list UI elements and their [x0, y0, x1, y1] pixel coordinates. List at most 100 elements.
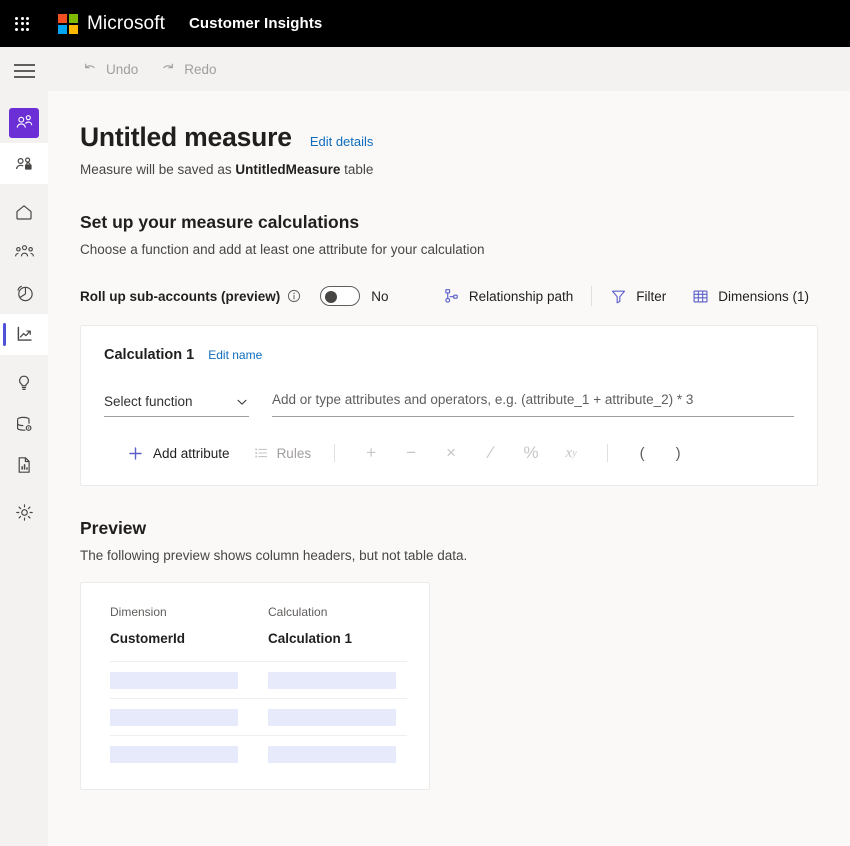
setup-description: Choose a function and add at least one a…: [80, 242, 485, 257]
placeholder-bar: [110, 671, 238, 689]
operator-multiply[interactable]: ×: [431, 439, 471, 467]
table-row: [110, 735, 407, 772]
dimensions-label: Dimensions (1): [718, 288, 809, 304]
operator-divide[interactable]: ∕: [471, 439, 511, 467]
subtitle-prefix: Measure will be saved as: [80, 162, 236, 177]
expression-placeholder: Add or type attributes and operators, e.…: [272, 392, 694, 407]
sidebar-item-home[interactable]: [0, 191, 48, 232]
preview-col-0-header: CustomerId: [110, 631, 186, 646]
operator-divider-left: [334, 444, 336, 462]
home-icon: [16, 204, 32, 220]
table-row: [110, 698, 407, 735]
placeholder-bar: [268, 745, 396, 763]
command-bar: Undo Redo: [48, 47, 850, 91]
edit-details-link[interactable]: Edit details: [310, 134, 374, 149]
undo-label: Undo: [106, 61, 139, 77]
undo-arrow-icon: [85, 63, 95, 69]
main-content: Untitled measure Edit details Measure wi…: [48, 91, 850, 846]
preview-table: Dimension Calculation CustomerId Calcula…: [80, 582, 430, 790]
operator-paren-open[interactable]: (: [624, 439, 660, 467]
operator-toolbar: Add attribute Rules + − × ∕ % x y (): [104, 439, 794, 467]
rules-label: Rules: [276, 445, 312, 461]
database-gear-icon: [17, 416, 32, 431]
waffle-grid-icon: [15, 16, 29, 31]
subtitle-table-name: UntitledMeasure: [235, 162, 341, 177]
rollup-label: Roll up sub-accounts (preview): [80, 288, 281, 304]
sidebar-item-measures[interactable]: [0, 314, 48, 355]
add-attribute-label: Add attribute: [153, 445, 230, 461]
placeholder-bar: [110, 708, 238, 726]
redo-label: Redo: [184, 61, 217, 77]
redo-arrow-icon: [163, 63, 174, 69]
sidebar-item-data-settings[interactable]: [0, 403, 48, 444]
filter-funnel-icon: [612, 290, 626, 303]
preview-headers-row: CustomerId Calculation 1: [110, 631, 407, 646]
operator-minus[interactable]: −: [391, 439, 431, 467]
report-document-icon: [18, 456, 30, 473]
expression-input[interactable]: Add or type attributes and operators, e.…: [272, 391, 794, 417]
sidebar-item-insights[interactable]: [0, 362, 48, 403]
preview-sublabels-row: Dimension Calculation: [110, 605, 407, 631]
page-header: Untitled measure Edit details: [80, 122, 850, 153]
calculation-card: Calculation 1 Edit name Select function …: [80, 325, 818, 486]
filter-label: Filter: [636, 288, 667, 304]
lightbulb-icon: [19, 375, 29, 390]
bulleted-list-icon: [254, 448, 267, 458]
active-indicator: [3, 323, 6, 346]
preview-col-1-header: Calculation 1: [268, 631, 353, 646]
operator-divider-right: [607, 444, 609, 462]
placeholder-bar: [268, 671, 396, 689]
hamburger-menu-icon[interactable]: [0, 47, 48, 95]
dimensions-button[interactable]: Dimensions (1): [683, 283, 818, 310]
preview-col-1-sublabel: Calculation: [268, 605, 328, 619]
calculation-name: Calculation 1: [104, 347, 195, 363]
microsoft-logo-squares-icon: [58, 13, 78, 34]
microsoft-logo[interactable]: Microsoft: [58, 13, 165, 35]
operator-paren-close[interactable]: ): [660, 439, 696, 467]
undo-button[interactable]: Undo: [73, 56, 147, 82]
people-group-icon: [14, 245, 34, 257]
operator-power-exponent: y: [572, 447, 577, 459]
rollup-toggle-value: No: [371, 288, 389, 304]
pie-chart-icon: [16, 285, 33, 302]
brand-name: Microsoft: [87, 12, 165, 34]
preview-description: The following preview shows column heade…: [80, 548, 468, 563]
redo-button[interactable]: Redo: [151, 56, 225, 82]
rollup-toggle[interactable]: [320, 286, 361, 306]
sidebar-item-customer-card[interactable]: [0, 143, 48, 184]
operator-power[interactable]: xy: [551, 439, 591, 467]
sidebar-item-settings[interactable]: [0, 492, 48, 533]
waffle-icon[interactable]: [0, 0, 44, 47]
filter-button[interactable]: Filter: [601, 283, 675, 310]
operator-percent[interactable]: %: [511, 439, 551, 467]
person-card-icon: [16, 156, 32, 170]
table-row: [110, 661, 407, 698]
plus-icon: [129, 446, 142, 460]
line-chart-icon: [17, 326, 32, 341]
calculation-inputs: Select function Add or type attributes a…: [104, 391, 794, 417]
preview-col-0-sublabel: Dimension: [110, 605, 167, 619]
operator-plus[interactable]: +: [351, 439, 391, 467]
table-grid-icon: [693, 289, 708, 303]
info-circle-icon[interactable]: [287, 289, 301, 303]
rules-button[interactable]: Rules: [246, 441, 319, 465]
sidebar-item-analytics-pie[interactable]: [0, 273, 48, 314]
sidebar-item-reports[interactable]: [0, 444, 48, 485]
preview-heading: Preview: [80, 518, 147, 538]
add-attribute-button[interactable]: Add attribute: [120, 441, 237, 466]
rollup-row: Roll up sub-accounts (preview) No Relati…: [80, 283, 818, 309]
toggle-knob: [325, 291, 338, 303]
app-title[interactable]: Customer Insights: [189, 15, 322, 32]
relationship-path-button[interactable]: Relationship path: [434, 283, 582, 310]
sidebar-item-segments[interactable]: [0, 232, 48, 273]
edit-name-link[interactable]: Edit name: [208, 348, 262, 362]
save-target-subtitle: Measure will be saved as UntitledMeasure…: [80, 162, 850, 177]
relationship-path-label: Relationship path: [468, 288, 574, 304]
chevron-down-icon: [237, 399, 247, 405]
relationship-path-icon: [445, 288, 458, 303]
setup-heading: Set up your measure calculations: [80, 212, 360, 232]
function-select[interactable]: Select function: [104, 394, 249, 417]
sidebar-item-customers-profiles[interactable]: [0, 102, 48, 143]
function-select-value: Select function: [104, 394, 193, 409]
subtitle-suffix: table: [340, 162, 374, 177]
